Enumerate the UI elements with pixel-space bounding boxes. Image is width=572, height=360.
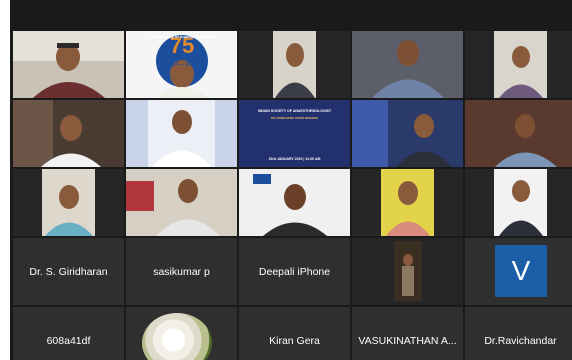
video-grid: 75 Indian Society of Anaesthesiologists … [10,0,572,360]
participant-name: Dr.Ravichandar [484,334,557,347]
participant-video [352,31,463,98]
participant-video [465,100,572,167]
participant-tile[interactable]: Dr.Ravichandar [465,307,572,360]
participant-video [13,31,124,98]
participant-video [465,31,572,98]
video-tile-webinar-banner[interactable]: INDIAN SOCIETY OF ANAESTHESIOLOGIST ISA … [239,100,350,167]
video-tile[interactable] [465,100,572,167]
participant-tile-rose[interactable] [126,307,237,360]
participant-tile[interactable]: VASUKINATHAN A... [352,307,463,360]
video-tile[interactable] [352,238,463,305]
avatar: V [495,245,547,297]
video-tile[interactable] [352,31,463,98]
participant-name: Deepali iPhone [258,265,331,278]
banner-title: INDIAN SOCIETY OF ANAESTHESIOLOGIST [257,109,332,113]
participant-name: Kiran Gera [269,334,320,347]
video-tile[interactable] [352,100,463,167]
rose-image [142,313,212,360]
banner-subtitle: ISA TAMILNADU STATE BRANCH [270,116,319,120]
video-tile[interactable] [239,169,350,236]
participant-video [13,100,124,167]
isa-logo-years: 1947 — 2022 [166,62,197,68]
video-tile[interactable] [126,100,237,167]
participant-tile[interactable]: sasikumar p [126,238,237,305]
participant-name: 608a41df [46,334,91,347]
participant-name: VASUKINATHAN A... [358,334,457,347]
participant-video [352,238,463,305]
video-tile[interactable] [13,100,124,167]
participant-video [239,169,350,236]
participant-tile[interactable]: Kiran Gera [239,307,350,360]
participant-video [352,169,463,236]
video-tile-isa-logo[interactable]: 75 Indian Society of Anaesthesiologists … [126,31,237,98]
video-tile[interactable] [13,169,124,236]
video-tile-speaker[interactable] [13,31,124,98]
participant-video [126,100,237,167]
video-tile[interactable] [352,169,463,236]
participant-tile[interactable]: Dr. S. Giridharan [13,238,124,305]
participant-name: Dr. S. Giridharan [29,265,108,278]
banner-date: 23rd JANUARY 2022 | 11:00 AM [268,157,321,161]
video-tile[interactable] [465,169,572,236]
participant-video [239,31,350,98]
participant-video [465,169,572,236]
participant-video [126,169,237,236]
participant-tile[interactable]: V [465,238,572,305]
isa-logo-title: Indian Society of Anaesthesiologists [146,34,217,39]
participant-tile[interactable]: 608a41df [13,307,124,360]
participant-video [352,100,463,167]
participant-name: sasikumar p [153,265,210,278]
participant-tile[interactable]: Deepali iPhone [239,238,350,305]
video-tile[interactable] [126,169,237,236]
video-tile[interactable] [465,31,572,98]
top-bar [10,0,572,30]
participant-video [13,169,124,236]
video-tile[interactable] [239,31,350,98]
